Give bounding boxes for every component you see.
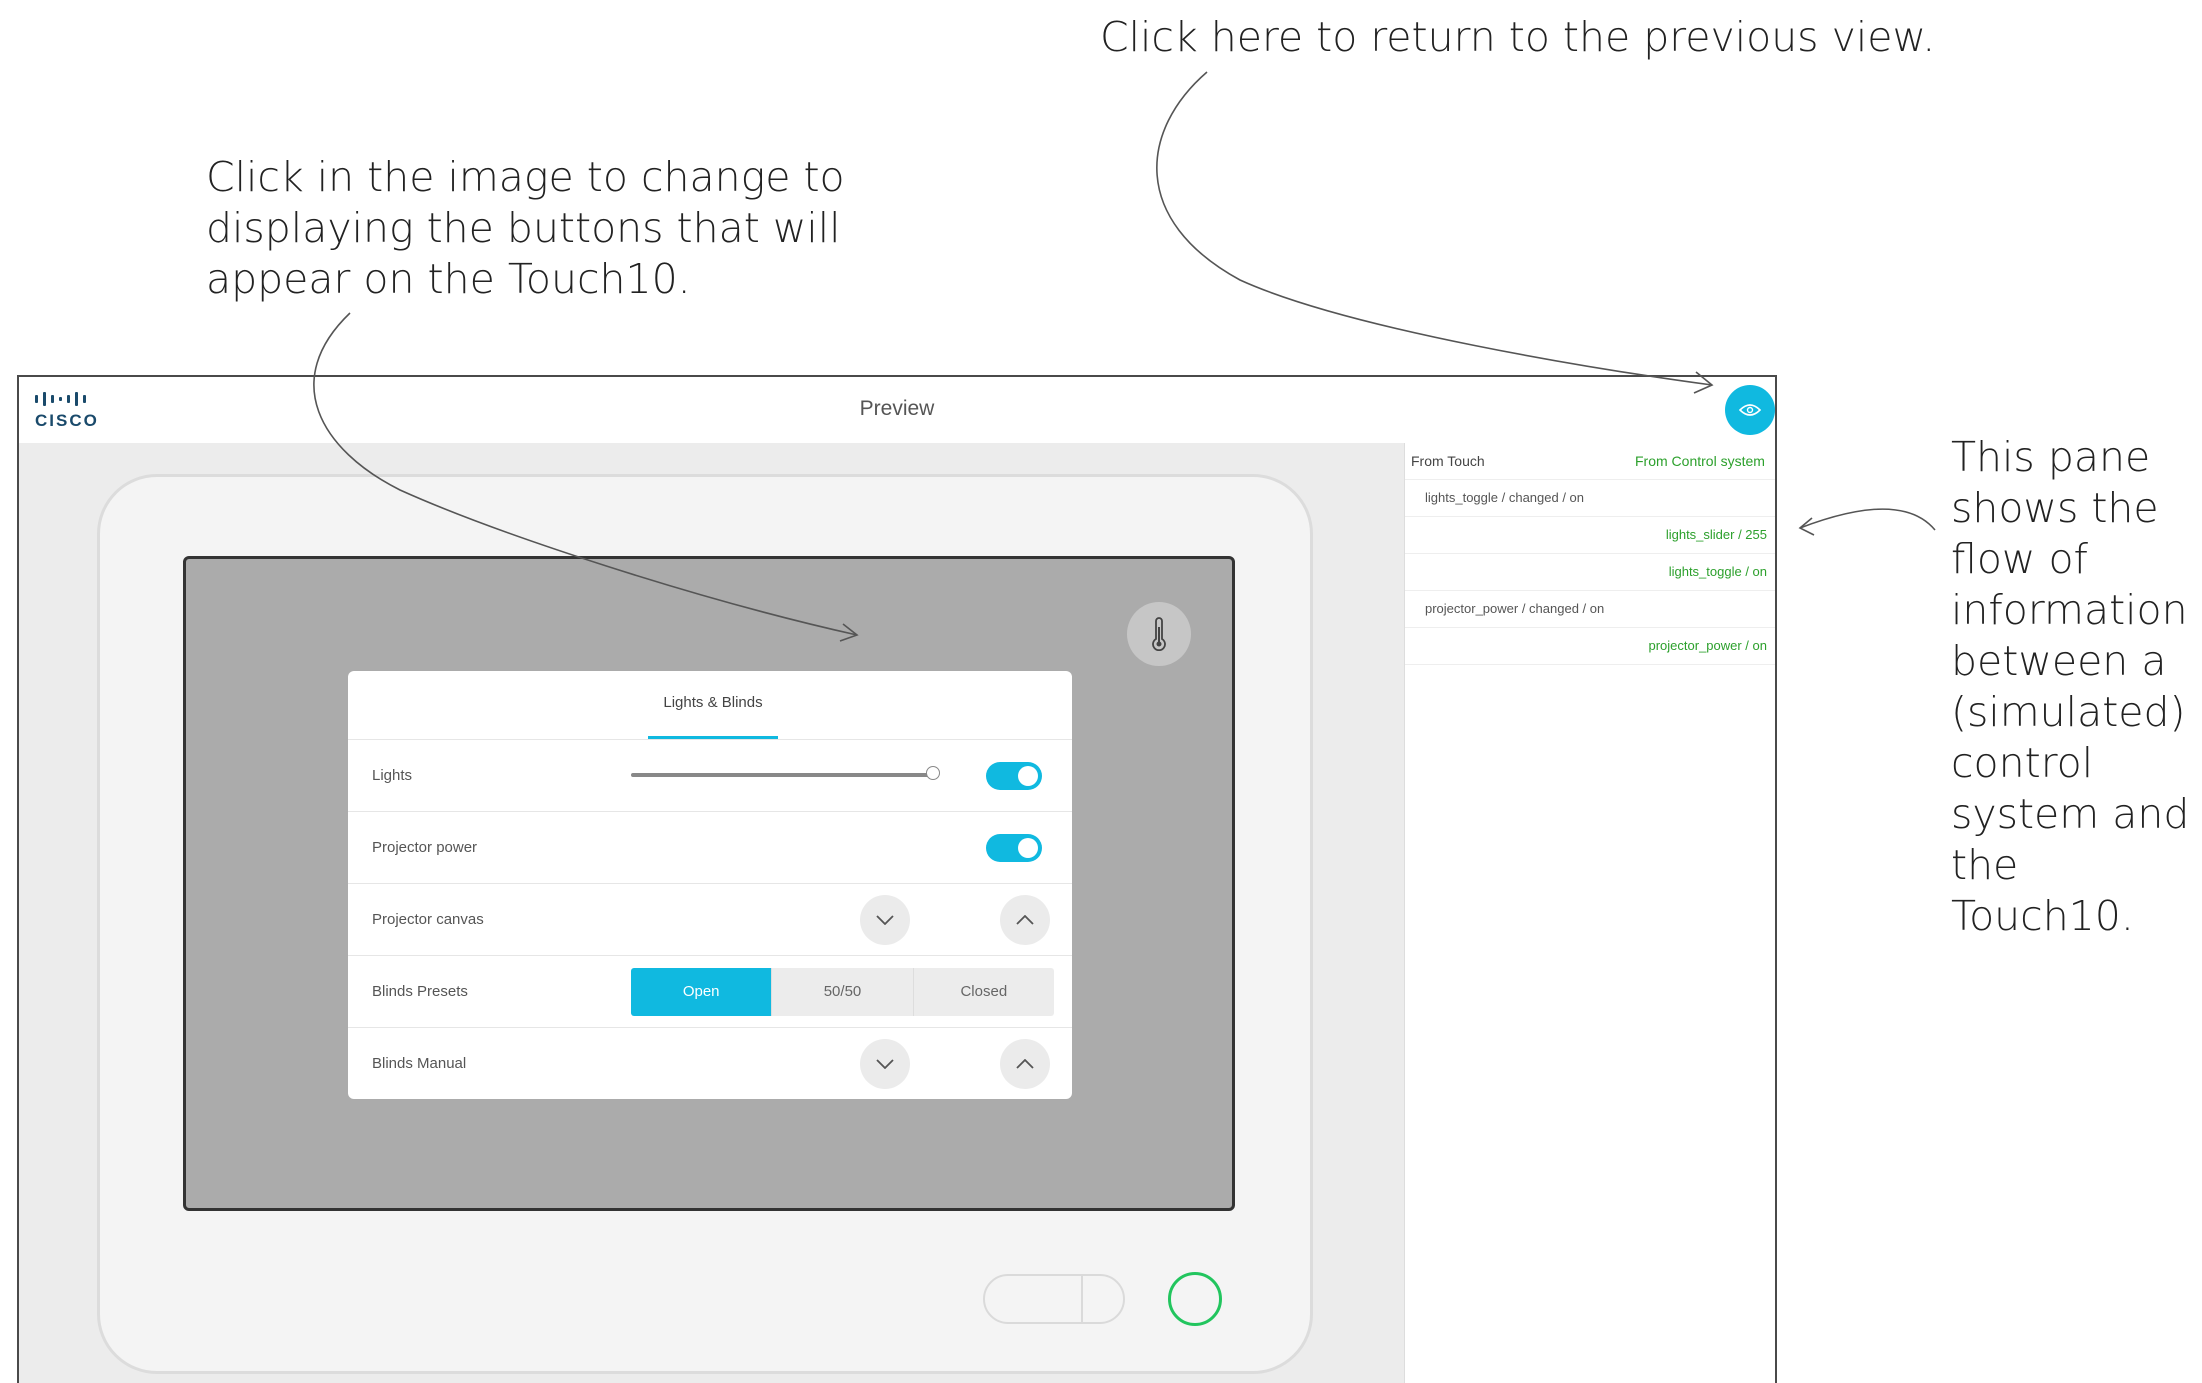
tab-lights-blinds[interactable]: Lights & Blinds (648, 671, 778, 739)
chevron-up-icon (1016, 1059, 1034, 1069)
projector-power-toggle[interactable] (986, 834, 1042, 862)
log-entry-text: projector_power / on (1648, 638, 1767, 653)
annotation-image-click: Click in the image to change to displayi… (206, 152, 846, 305)
lights-slider[interactable] (631, 766, 940, 780)
log-entry: lights_toggle / changed / on (1405, 480, 1775, 517)
touch10-screen[interactable]: Lights & Blinds Lights Projector power P… (183, 556, 1235, 1211)
thermometer-icon (1152, 617, 1166, 651)
arrow-pane-info (1799, 508, 1936, 531)
annotation-line: shows the (1951, 484, 2159, 532)
log-entry: projector_power / on (1405, 628, 1775, 665)
blinds-manual-up-button[interactable] (1000, 1039, 1050, 1089)
log-header: From Touch From Control system (1405, 443, 1775, 480)
annotation-line: This pane (1951, 433, 2151, 481)
log-from-control-label: From Control system (1635, 453, 1765, 469)
annotation-return-view: Click here to return to the previous vie… (1100, 13, 1936, 61)
row-label: Lights (372, 767, 413, 784)
chevron-down-icon (876, 1059, 894, 1069)
hardware-power-ring[interactable] (1168, 1272, 1222, 1326)
panel-tab-bar: Lights & Blinds (348, 671, 1072, 740)
annotation-line: the Touch10. (1951, 841, 2134, 940)
row-projector-canvas: Projector canvas (348, 884, 1072, 956)
row-blinds-presets: Blinds Presets Open 50/50 Closed (348, 956, 1072, 1028)
top-bar: CISCO Preview (19, 377, 1775, 443)
eye-icon (1739, 404, 1761, 416)
annotation-line: flow of (1951, 535, 2088, 583)
row-label: Blinds Manual (372, 1055, 467, 1072)
log-entry-text: projector_power / changed / on (1425, 601, 1605, 616)
row-projector-power: Projector power (348, 812, 1072, 884)
log-entry: lights_slider / 255 (1405, 517, 1775, 554)
annotation-line: information (1951, 586, 2188, 634)
thermometer-button[interactable] (1127, 602, 1191, 666)
chevron-down-icon (876, 915, 894, 925)
annotation-line: system and (1951, 790, 2190, 838)
preset-closed-button[interactable]: Closed (912, 968, 1054, 1016)
return-view-button[interactable] (1725, 385, 1775, 435)
preset-50-50-button[interactable]: 50/50 (771, 968, 913, 1016)
toggle-knob (1018, 766, 1038, 786)
event-log-pane: From Touch From Control system lights_to… (1404, 443, 1775, 1383)
arrow-return-view (1156, 71, 1713, 386)
annotation-line: control (1951, 739, 2094, 787)
blinds-presets-segmented: Open 50/50 Closed (631, 968, 1054, 1016)
log-entry-text: lights_toggle / on (1668, 564, 1767, 579)
row-label: Projector power (372, 839, 478, 856)
annotation-line: Click in the image to change to (206, 153, 845, 201)
annotation-line: between a (1951, 637, 2167, 685)
log-entry-text: lights_slider / 255 (1665, 527, 1767, 542)
projector-canvas-up-button[interactable] (1000, 895, 1050, 945)
log-from-touch-label: From Touch (1411, 453, 1485, 469)
row-label: Blinds Presets (372, 983, 468, 1000)
lights-toggle[interactable] (986, 762, 1042, 790)
annotation-line: appear on the Touch10. (206, 255, 691, 303)
blinds-manual-down-button[interactable] (860, 1039, 910, 1089)
toggle-knob (1018, 838, 1038, 858)
row-blinds-manual: Blinds Manual (348, 1028, 1072, 1099)
preview-window: CISCO Preview Lights & Blinds Lights Pro… (17, 375, 1777, 1383)
touch10-device: Lights & Blinds Lights Projector power P… (97, 474, 1313, 1374)
slider-knob[interactable] (926, 766, 940, 780)
hardware-volume-button[interactable] (983, 1274, 1125, 1324)
lights-blinds-panel: Lights & Blinds Lights Projector power P… (348, 671, 1072, 1099)
page-title: Preview (859, 397, 935, 420)
log-entry: lights_toggle / on (1405, 554, 1775, 591)
row-lights: Lights (348, 740, 1072, 812)
row-label: Projector canvas (372, 911, 484, 928)
chevron-up-icon (1016, 915, 1034, 925)
projector-canvas-down-button[interactable] (860, 895, 910, 945)
annotation-line: (simulated) (1951, 688, 2186, 736)
preset-open-button[interactable]: Open (631, 968, 772, 1016)
log-entry: projector_power / changed / on (1405, 591, 1775, 628)
annotation-line: displaying the buttons that will (206, 204, 841, 252)
annotation-pane-info: This pane shows the flow of information … (1951, 432, 2201, 942)
log-entry-text: lights_toggle / changed / on (1425, 490, 1585, 505)
